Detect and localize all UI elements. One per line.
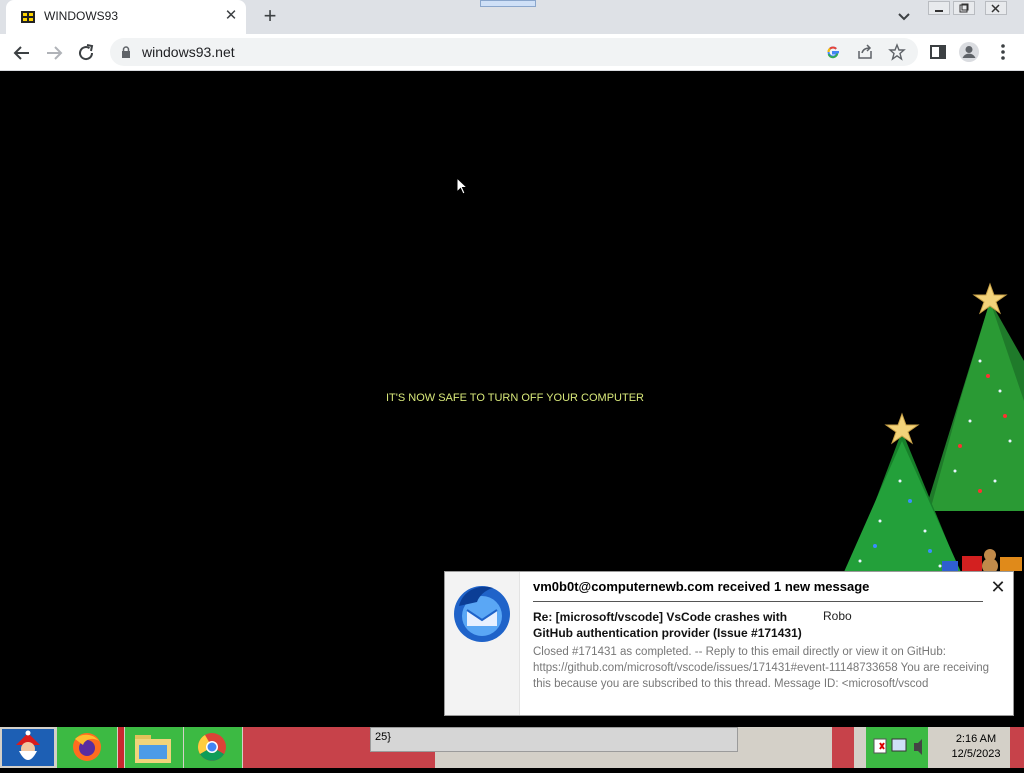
thunderbird-logo-icon — [454, 586, 510, 642]
chevron-down-icon[interactable] — [894, 6, 914, 26]
clock-time: 2:16 AM — [955, 733, 997, 745]
system-tray[interactable] — [866, 727, 928, 768]
notification-body: Closed #171431 as completed. -- Reply to… — [533, 646, 990, 690]
browser-toolbar: windows93.net — [0, 34, 1024, 71]
side-panel-icon[interactable] — [927, 41, 949, 63]
start-button[interactable] — [2, 729, 54, 766]
notification-title: vm0b0t@computernewb.com received 1 new m… — [533, 579, 870, 594]
url-text: windows93.net — [142, 44, 235, 60]
notification-sender: Robo — [823, 609, 852, 623]
show-desktop-button[interactable] — [1010, 727, 1024, 768]
notification-divider — [533, 601, 983, 602]
new-tab-button[interactable]: + — [258, 4, 282, 28]
windows93-favicon-icon — [20, 9, 36, 25]
santa-icon — [2, 729, 54, 766]
share-icon[interactable] — [856, 43, 874, 61]
notification-close-icon[interactable]: ✕ — [989, 578, 1007, 596]
new-mail-notification[interactable]: vm0b0t@computernewb.com received 1 new m… — [444, 571, 1014, 716]
reload-icon[interactable] — [74, 41, 98, 65]
back-arrow-icon[interactable] — [10, 41, 34, 65]
file-manager-taskbar-button[interactable] — [125, 727, 183, 768]
mouse-cursor-icon — [456, 177, 468, 195]
address-bar[interactable]: windows93.net — [110, 38, 918, 66]
minimize-button[interactable] — [928, 1, 950, 15]
window-drag-indicator — [480, 0, 536, 7]
menu-kebab-icon[interactable] — [992, 41, 1014, 63]
bookmark-star-icon[interactable] — [888, 43, 906, 61]
browser-tab[interactable]: WINDOWS93 ✕ — [6, 0, 246, 34]
firefox-icon — [73, 733, 101, 761]
taskbar-separator — [118, 727, 124, 768]
clock-date: 12/5/2023 — [951, 748, 1001, 760]
notification-logo-panel — [445, 572, 520, 715]
firefox-taskbar-button[interactable] — [57, 727, 117, 768]
notification-subject: Re: [microsoft/vscode] VsCode crashes wi… — [533, 610, 802, 640]
taskbar-text-field[interactable]: 25} — [370, 727, 738, 752]
taskbar: 25} 2:16 AM 12/5/2023 — [0, 727, 1024, 768]
shutdown-message: IT'S NOW SAFE TO TURN OFF YOUR COMPUTER — [386, 392, 644, 404]
profile-avatar-icon[interactable] — [958, 41, 980, 63]
google-icon[interactable] — [824, 43, 842, 61]
tab-close-icon[interactable]: ✕ — [222, 7, 240, 25]
tab-title: WINDOWS93 — [44, 9, 119, 23]
restore-button[interactable] — [953, 1, 975, 15]
lock-icon[interactable] — [120, 46, 132, 58]
christmas-trees-decoration — [844, 282, 1024, 571]
forward-arrow-icon[interactable] — [42, 41, 66, 65]
folder-icon — [135, 735, 171, 763]
close-window-button[interactable] — [985, 1, 1007, 15]
tray-red-button[interactable] — [832, 727, 854, 768]
clock[interactable]: 2:16 AM 12/5/2023 — [948, 732, 1004, 762]
chrome-icon — [198, 733, 226, 761]
chrome-taskbar-button[interactable] — [184, 727, 242, 768]
browser-tab-strip: WINDOWS93 ✕ + — [0, 0, 1024, 34]
